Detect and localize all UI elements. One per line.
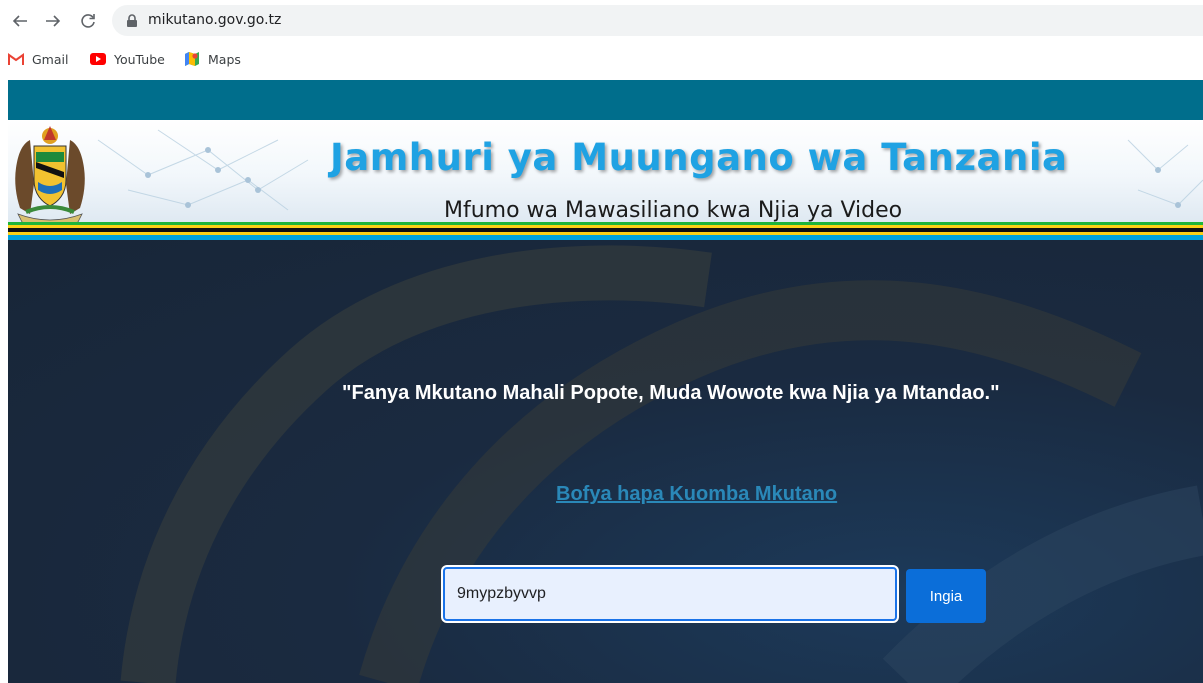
page-viewport: Jamhuri ya Muungano wa Tanzania Mfumo wa…	[8, 80, 1203, 683]
bookmarks-bar: Gmail YouTube Maps	[0, 44, 1203, 74]
tagline-text: "Fanya Mkutano Mahali Popote, Muda Wowot…	[342, 382, 1000, 404]
page-title: Jamhuri ya Muungano wa Tanzania	[330, 136, 1068, 179]
coat-of-arms-logo	[15, 126, 85, 222]
maps-icon	[185, 52, 199, 66]
bookmark-label: Maps	[208, 51, 241, 67]
hero-section: "Fanya Mkutano Mahali Popote, Muda Wowot…	[8, 240, 1203, 683]
flag-stripes-divider	[8, 222, 1203, 240]
header-banner: Jamhuri ya Muungano wa Tanzania Mfumo wa…	[8, 120, 1203, 222]
address-bar[interactable]: mikutano.gov.go.tz	[112, 5, 1203, 36]
top-color-bar	[8, 80, 1203, 120]
gmail-icon	[8, 53, 24, 65]
reload-icon	[81, 14, 95, 28]
bookmark-label: Gmail	[32, 51, 69, 67]
lock-icon	[127, 14, 137, 27]
forward-button[interactable]	[41, 9, 65, 33]
page-subtitle: Mfumo wa Mawasiliano kwa Njia ya Video	[444, 198, 903, 222]
join-button[interactable]: Ingia	[906, 569, 986, 623]
arrow-right-icon	[46, 15, 61, 27]
back-button[interactable]	[8, 9, 32, 33]
request-meeting-link[interactable]: Bofya hapa Kuomba Mkutano	[556, 483, 837, 506]
browser-toolbar: mikutano.gov.go.tz	[0, 0, 1203, 44]
url-text: mikutano.gov.go.tz	[148, 12, 282, 28]
bookmark-youtube[interactable]: YouTube	[90, 50, 165, 68]
bookmark-maps[interactable]: Maps	[184, 50, 241, 68]
meeting-id-input[interactable]	[443, 567, 897, 621]
bookmark-gmail[interactable]: Gmail	[8, 50, 68, 68]
arrow-left-icon	[12, 15, 27, 27]
bookmark-label: YouTube	[114, 51, 165, 67]
reload-button[interactable]	[76, 9, 100, 33]
youtube-icon	[90, 53, 106, 65]
